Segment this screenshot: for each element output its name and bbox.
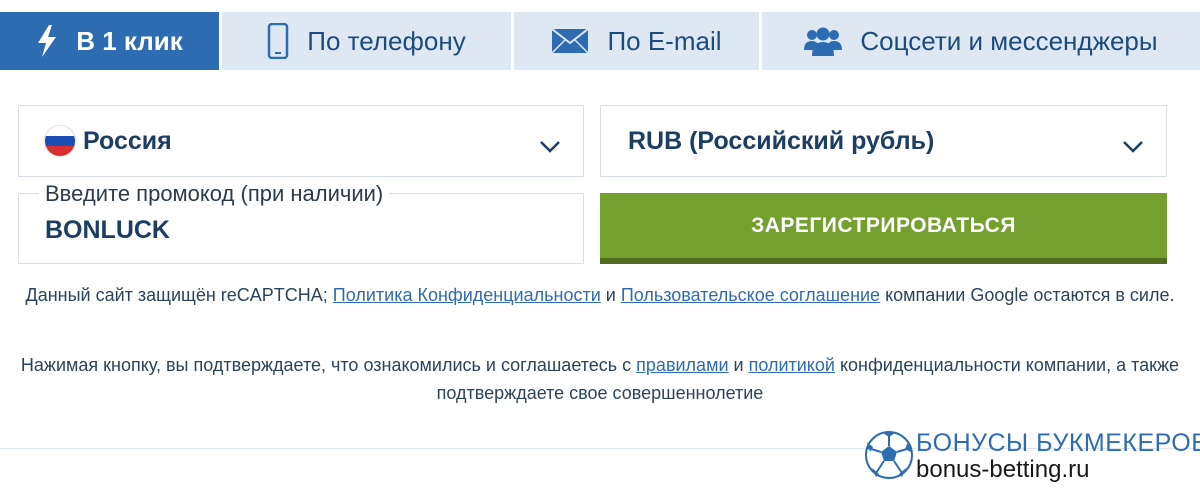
note-text: и xyxy=(728,355,749,375)
policy-link[interactable]: политикой xyxy=(749,355,835,375)
recaptcha-note: Данный сайт защищён reCAPTCHA; Политика … xyxy=(18,281,1182,309)
tab-label: По E-mail xyxy=(607,25,722,56)
country-value: Россия xyxy=(83,126,172,155)
chevron-down-icon xyxy=(1122,132,1144,161)
note-text: и xyxy=(600,285,621,305)
note-text: Нажимая кнопку, вы подтверждаете, что оз… xyxy=(20,355,637,375)
country-select[interactable]: Россия xyxy=(18,105,584,177)
chevron-down-icon xyxy=(539,132,561,161)
envelope-icon xyxy=(551,28,590,54)
rules-link[interactable]: правилами xyxy=(636,355,728,375)
phone-icon xyxy=(267,23,289,59)
tab-label: В 1 клик xyxy=(76,25,183,56)
tab-one-click[interactable]: В 1 клик xyxy=(0,12,222,70)
promo-input[interactable] xyxy=(45,212,545,248)
lightning-icon xyxy=(36,25,58,57)
tab-social[interactable]: Соцсети и мессенджеры xyxy=(762,12,1200,70)
tab-label: По телефону xyxy=(307,25,466,56)
currency-select[interactable]: RUB (Российский рубль) xyxy=(600,105,1167,177)
terms-link[interactable]: Пользовательское соглашение xyxy=(621,285,880,305)
users-icon xyxy=(804,26,843,56)
register-button[interactable]: ЗАРЕГИСТРИРОВАТЬСЯ xyxy=(600,193,1167,264)
tab-phone[interactable]: По телефону xyxy=(222,12,514,70)
agreement-note: Нажимая кнопку, вы подтверждаете, что оз… xyxy=(18,351,1182,407)
promo-label: Введите промокод (при наличии) xyxy=(39,181,390,207)
russia-flag-icon xyxy=(45,126,75,156)
currency-value: RUB (Российский рубль) xyxy=(628,126,935,155)
promo-field: Введите промокод (при наличии) xyxy=(18,181,584,264)
note-text: компании Google остаются в силе. xyxy=(880,285,1175,305)
privacy-policy-link[interactable]: Политика Конфиденциальности xyxy=(333,285,601,305)
registration-tabs: В 1 клик По телефону По E-mail Соцсети и… xyxy=(0,12,1200,70)
note-text: Данный сайт защищён reCAPTCHA; xyxy=(25,285,333,305)
watermark-url: bonus-betting.ru xyxy=(916,456,1090,483)
tab-email[interactable]: По E-mail xyxy=(514,12,762,70)
watermark-title: БОНУСЫ БУКМЕКЕРОВ xyxy=(916,429,1200,457)
soccer-ball-icon xyxy=(864,430,914,485)
tab-label: Соцсети и мессенджеры xyxy=(860,25,1158,56)
